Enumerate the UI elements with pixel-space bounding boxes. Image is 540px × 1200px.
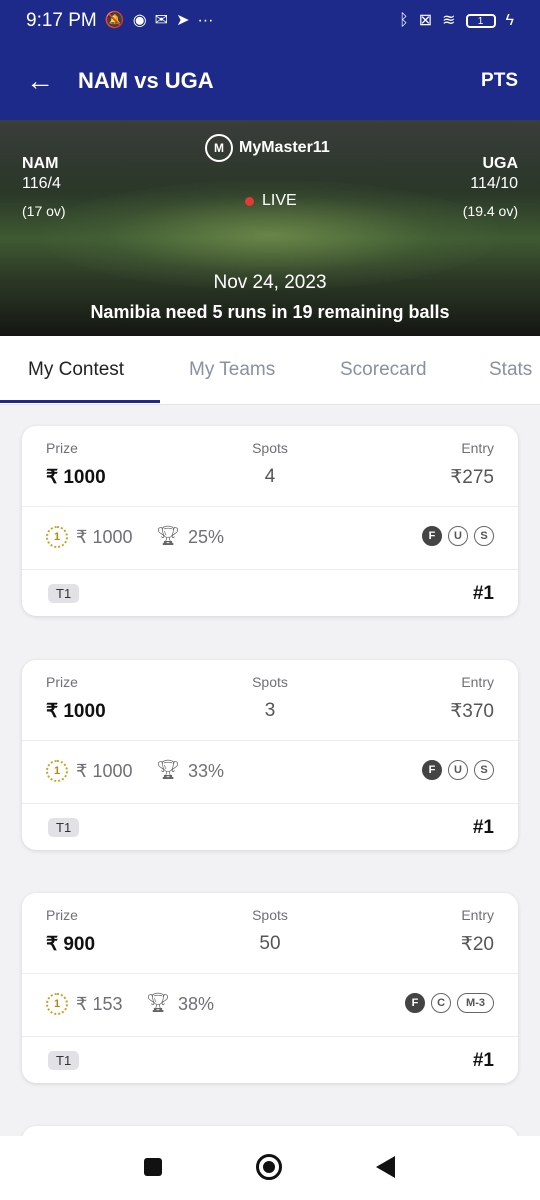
active-tab-indicator	[0, 400, 160, 403]
spots-value: 50	[259, 933, 281, 954]
live-dot-icon	[245, 196, 254, 206]
confirmed-contest-icon: C	[431, 993, 452, 1013]
rank-value: #1	[472, 583, 494, 604]
team-1-code: NAM	[22, 155, 59, 172]
single-entry-icon: S	[474, 526, 494, 546]
rank-value: #1	[472, 817, 494, 838]
winners-percent: 38%	[178, 994, 215, 1014]
spots-value: 4	[264, 466, 276, 487]
flexible-contest-icon: F	[422, 526, 442, 546]
team-1-overs: (17 ov)	[22, 203, 66, 219]
entry-label: Entry	[461, 674, 494, 690]
team-tag: T1	[48, 584, 80, 603]
telegram-icon: ➤	[176, 12, 190, 29]
battery-icon: 1	[465, 14, 496, 28]
first-prize-medal-icon: 1	[46, 993, 68, 1015]
first-prize-amount: ₹ 153	[76, 994, 123, 1014]
home-icon[interactable]	[256, 1154, 282, 1180]
single-entry-icon: S	[474, 760, 494, 780]
contest-card[interactable]: Prize ₹ 1000 Spots 3 Entry ₹370 1 ₹ 1000…	[22, 660, 518, 850]
entry-fee: ₹275	[450, 467, 494, 488]
contest-badges: F U S	[422, 760, 494, 780]
mute-notifications-icon: 🔕	[104, 12, 125, 29]
rank-value: #1	[472, 1050, 494, 1071]
winners-percent: 33%	[188, 761, 225, 781]
trophy-icon: 🏆︎	[156, 526, 181, 547]
entry-label: Entry	[461, 907, 494, 923]
flexible-contest-icon: F	[405, 993, 426, 1013]
system-nav-bar	[0, 1136, 540, 1200]
team-tag: T1	[48, 1051, 80, 1070]
brand-mark-icon: M	[205, 134, 233, 162]
back-icon[interactable]	[376, 1156, 395, 1178]
charging-icon: ϟ	[505, 12, 514, 29]
live-label: LIVE	[262, 192, 297, 209]
unlimited-entry-icon: U	[448, 526, 468, 546]
app-bar: ← NAM vs UGA PTS	[0, 42, 540, 120]
contest-badges: F U S	[422, 526, 494, 546]
back-arrow-icon[interactable]: ←	[26, 65, 56, 97]
team-2-code: UGA	[482, 155, 518, 172]
multi-entry-badge: M-3	[457, 993, 494, 1013]
match-date: Nov 24, 2023	[213, 272, 327, 293]
entry-fee: ₹370	[450, 701, 494, 722]
trophy-icon: 🏆︎	[146, 993, 171, 1014]
tab-scorecard[interactable]: Scorecard	[340, 336, 427, 404]
unlimited-entry-icon: U	[448, 760, 468, 780]
team-1-score: 116/4	[22, 175, 61, 192]
status-bar: 9:17 PM 🔕 ◉ ✉ ➤ ··· ᛒ ⊠ ≋ 1 ϟ	[0, 0, 540, 42]
status-time: 9:17 PM	[26, 10, 97, 31]
no-sim-icon: ⊠	[418, 12, 433, 29]
team-2-info: UGA 114/10 (19.4 ov)	[463, 155, 518, 219]
first-prize-amount: ₹ 1000	[76, 527, 133, 547]
tab-stats[interactable]: Stats	[489, 336, 532, 404]
team-tag: T1	[48, 818, 80, 837]
trophy-icon: 🏆︎	[156, 760, 181, 781]
more-notifications-icon: ···	[197, 12, 214, 29]
match-banner: M MyMaster11 NAM 116/4 (17 ov) UGA 114/1…	[0, 120, 540, 336]
contest-card[interactable]: Prize ₹ 900 Spots 50 Entry ₹20 1 ₹ 153 🏆…	[22, 893, 518, 1083]
live-indicator: LIVE	[245, 192, 297, 210]
spots-label: Spots	[252, 674, 288, 690]
first-prize-medal-icon: 1	[46, 760, 68, 782]
wifi-icon: ≋	[442, 12, 456, 29]
entry-fee: ₹20	[460, 934, 494, 955]
first-prize-medal-icon: 1	[46, 526, 68, 548]
contest-badges: F C M-3	[405, 993, 494, 1013]
pts-button[interactable]: PTS	[481, 70, 518, 92]
mail-icon: ✉	[154, 12, 169, 29]
team-2-overs: (19.4 ov)	[462, 203, 518, 219]
entry-label: Entry	[461, 440, 494, 456]
tab-bar: My Contest My Teams Scorecard Stats	[0, 336, 540, 405]
recent-apps-icon[interactable]	[144, 1158, 162, 1176]
tab-my-teams[interactable]: My Teams	[189, 336, 275, 404]
spots-value: 3	[264, 700, 276, 721]
contest-card[interactable]: Prize ₹ 1000 Spots 4 Entry ₹275 1 ₹ 1000…	[22, 426, 518, 616]
team-1-info: NAM 116/4 (17 ov)	[22, 155, 66, 219]
battery-level: 1	[477, 15, 484, 27]
first-prize-amount: ₹ 1000	[76, 761, 133, 781]
spots-label: Spots	[252, 440, 288, 456]
brand-logo: M MyMaster11	[205, 134, 330, 162]
tab-my-contest[interactable]: My Contest	[28, 336, 124, 404]
spots-label: Spots	[252, 907, 288, 923]
match-status: Namibia need 5 runs in 19 remaining ball…	[90, 302, 450, 322]
winners-percent: 25%	[188, 527, 225, 547]
game-controller-icon: ◉	[132, 12, 147, 29]
page-title: NAM vs UGA	[78, 68, 214, 93]
flexible-contest-icon: F	[422, 760, 442, 780]
brand-name: MyMaster11	[239, 139, 330, 156]
bluetooth-icon: ᛒ	[399, 12, 409, 29]
team-2-score: 114/10	[470, 175, 518, 192]
